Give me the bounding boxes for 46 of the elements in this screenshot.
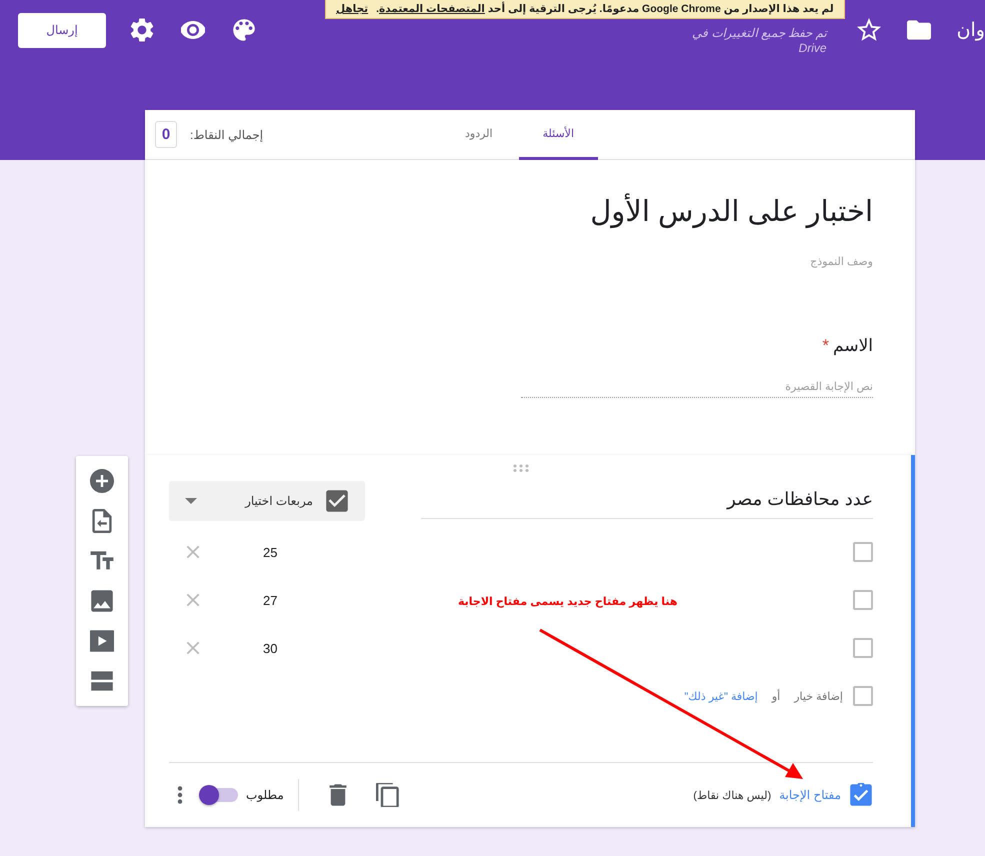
send-button[interactable]: إرسال	[18, 12, 106, 48]
palette-icon[interactable]	[232, 18, 256, 42]
points-label: إجمالي النقاط:	[190, 128, 264, 142]
tab[interactable]: الردود	[451, 110, 507, 160]
video-icon[interactable]	[90, 629, 114, 653]
add-question-icon[interactable]	[90, 469, 114, 493]
option-checkbox[interactable]	[853, 590, 873, 610]
save-status: تم حفظ جميع التغييرات في	[692, 26, 827, 41]
option-field[interactable]: 27	[263, 592, 303, 608]
gear-icon[interactable]	[130, 18, 154, 42]
star-icon[interactable]	[856, 18, 881, 42]
option-checkbox[interactable]	[853, 638, 873, 658]
points-total: 0	[155, 121, 177, 148]
notice-message: لم يعد هذا الإصدار من Google Chrome مدعومًا. يُرجى الترقية إلى أحد المتصفحات المعتمدة.	[376, 3, 834, 15]
option-field[interactable]: 25	[263, 544, 303, 560]
required-label: مطلوب	[246, 788, 284, 802]
answer-key-link[interactable]: مفتاح الإجابة	[779, 788, 841, 802]
image-icon[interactable]	[90, 589, 114, 613]
add-other-link[interactable]: إضافة "غير ذلك"	[684, 690, 758, 702]
required-toggle[interactable]	[201, 788, 238, 802]
drag-handle-icon[interactable]	[513, 464, 529, 472]
add-option-link[interactable]: إضافة خيار	[794, 690, 843, 702]
eye-icon[interactable]	[181, 18, 205, 42]
option-field[interactable]: 30	[263, 640, 303, 656]
caret-icon	[185, 498, 197, 504]
option-checkbox[interactable]	[853, 542, 873, 562]
question-type-dropdown[interactable]: مربعات اختيار	[169, 481, 365, 521]
checkbox-icon	[325, 489, 349, 513]
option-checkbox[interactable]	[853, 686, 873, 706]
copy-icon[interactable]	[376, 783, 400, 807]
import-icon[interactable]	[90, 509, 114, 533]
save-location: Drive	[798, 41, 827, 56]
points-note: (ليس هناك نقاط)	[693, 788, 772, 802]
form-name: وان	[956, 18, 985, 42]
browsers-link[interactable]: المتصفحات المعتمدة	[379, 3, 485, 15]
annotation-text: هنا يظهر مفتاح جديد يسمى مفتاح الاجابة	[458, 595, 678, 608]
dismiss-link[interactable]: تجاهل	[336, 3, 368, 15]
answer-key-icon[interactable]	[849, 783, 873, 807]
question-title: الاسم *	[822, 336, 873, 356]
form-title[interactable]: اختبار على الدرس الأول	[590, 194, 873, 229]
tab[interactable]: الأسئلة	[518, 110, 598, 160]
folder-icon[interactable]	[906, 18, 931, 42]
section-icon[interactable]	[90, 669, 114, 693]
or-label: أو	[772, 690, 780, 702]
short-answer-field: نص الإجابة القصيرة	[521, 380, 873, 398]
question-title-field[interactable]: عدد محافظات مصر	[421, 481, 873, 519]
